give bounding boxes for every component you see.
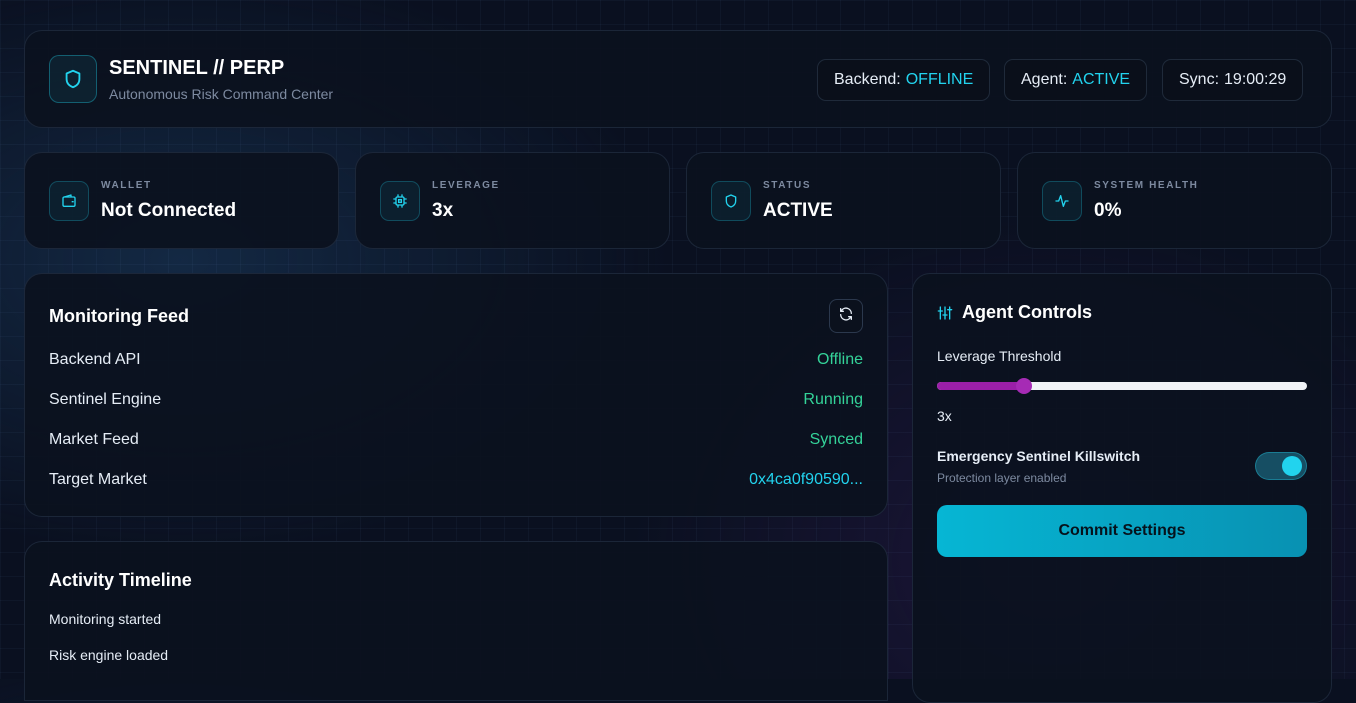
cpu-icon <box>380 181 420 221</box>
agent-controls-title: Agent Controls <box>962 302 1092 322</box>
feed-row-sentinel-engine: Sentinel Engine Running <box>49 389 863 411</box>
leverage-threshold-slider[interactable] <box>937 378 1307 394</box>
leverage-threshold-value: 3x <box>937 408 952 424</box>
stat-card-status: STATUS ACTIVE <box>686 152 1001 249</box>
stat-value: ACTIVE <box>763 200 833 221</box>
stat-label: WALLET <box>101 180 152 191</box>
feed-row-status: Running <box>803 391 863 408</box>
killswitch-sublabel: Protection layer enabled <box>937 471 1067 485</box>
shield-icon <box>49 55 97 103</box>
feed-row-status: Offline <box>817 351 863 368</box>
killswitch-toggle[interactable] <box>1255 452 1307 480</box>
feed-row-backend-api: Backend API Offline <box>49 349 863 371</box>
sync-time: 19:00:29 <box>1224 71 1287 88</box>
sync-label: Sync: <box>1179 71 1220 88</box>
refresh-icon <box>838 306 854 327</box>
feed-row-target-market: Target Market 0x4ca0f90590... <box>49 469 863 491</box>
agent-status-label: Agent: <box>1021 71 1068 88</box>
backend-status-label: Backend: <box>834 71 901 88</box>
activity-timeline-title: Activity Timeline <box>49 570 192 590</box>
app-title: SENTINEL // PERP <box>109 57 285 79</box>
backend-status-badge: Backend: OFFLINE <box>817 59 991 101</box>
slider-thumb[interactable] <box>1015 378 1032 394</box>
commit-settings-button[interactable]: Commit Settings <box>937 505 1307 557</box>
toggle-knob <box>1282 456 1302 476</box>
stat-label: SYSTEM HEALTH <box>1094 180 1199 191</box>
slider-fill <box>937 382 1024 390</box>
feed-row-market-feed: Market Feed Synced <box>49 429 863 451</box>
leverage-threshold-label: Leverage Threshold <box>937 348 1062 364</box>
refresh-button[interactable] <box>829 299 863 333</box>
stat-card-system-health: SYSTEM HEALTH 0% <box>1017 152 1332 249</box>
stat-label: STATUS <box>763 180 812 191</box>
agent-status-value: ACTIVE <box>1072 71 1131 88</box>
feed-row-label: Market Feed <box>49 431 139 448</box>
agent-controls-panel: Agent Controls Leverage Threshold 3x Eme… <box>912 273 1332 703</box>
wallet-icon <box>49 181 89 221</box>
stat-card-wallet: WALLET Not Connected <box>24 152 339 249</box>
stat-value: 0% <box>1094 200 1122 221</box>
sliders-icon <box>937 305 953 326</box>
backend-status-value: OFFLINE <box>905 71 974 88</box>
feed-row-status: Synced <box>809 431 863 448</box>
stat-value: Not Connected <box>101 200 237 221</box>
killswitch-label: Emergency Sentinel Killswitch <box>937 448 1141 464</box>
stat-label: LEVERAGE <box>432 180 500 191</box>
sync-status-badge: Sync: 19:00:29 <box>1162 59 1304 101</box>
activity-icon <box>1042 181 1082 221</box>
feed-row-label: Backend API <box>49 351 141 368</box>
agent-status-badge: Agent: ACTIVE <box>1004 59 1148 101</box>
activity-timeline-panel: Activity Timeline Monitoring started Ris… <box>24 541 888 701</box>
shield-icon <box>711 181 751 221</box>
feed-row-label: Sentinel Engine <box>49 391 162 408</box>
header-bar: SENTINEL // PERP Autonomous Risk Command… <box>24 30 1332 128</box>
monitoring-feed-panel: Monitoring Feed Backend API Offline Sent… <box>24 273 888 517</box>
app-subtitle: Autonomous Risk Command Center <box>109 86 334 102</box>
target-market-address[interactable]: 0x4ca0f90590... <box>749 471 863 489</box>
feed-row-label: Target Market <box>49 471 147 488</box>
timeline-item: Risk engine loaded <box>49 647 169 663</box>
monitoring-feed-title: Monitoring Feed <box>49 306 189 326</box>
timeline-item: Monitoring started <box>49 611 162 627</box>
stat-value: 3x <box>432 200 454 221</box>
stat-card-leverage: LEVERAGE 3x <box>355 152 670 249</box>
